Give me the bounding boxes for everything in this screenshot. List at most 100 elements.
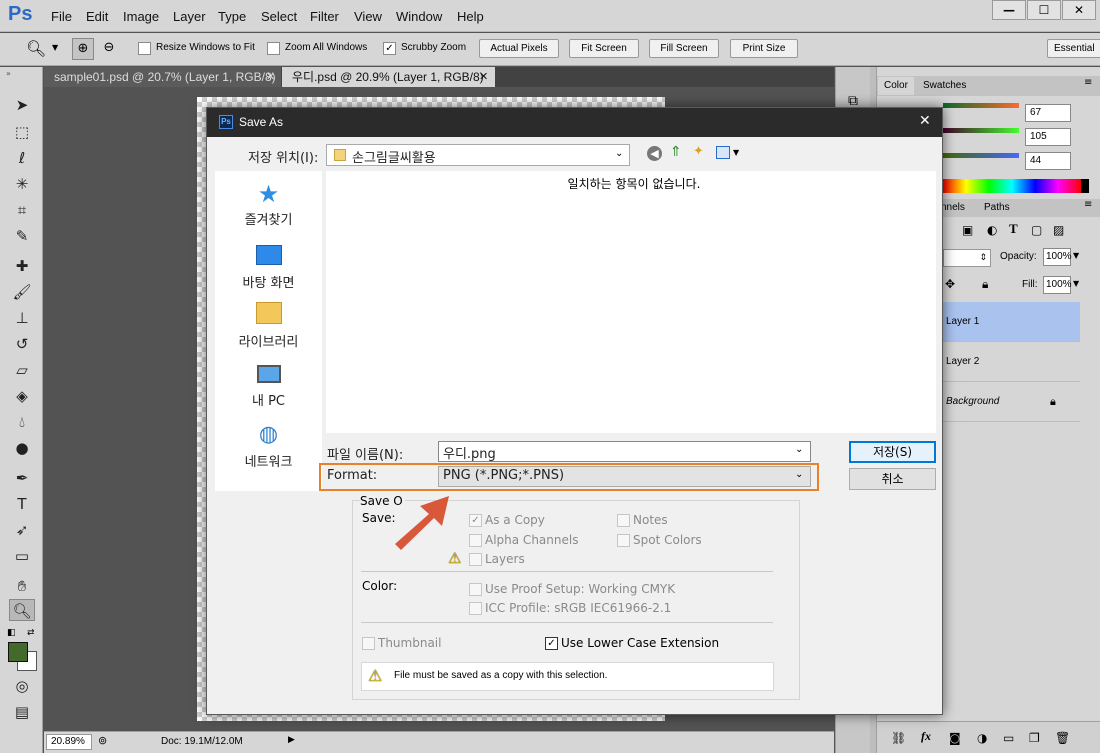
blend-mode-select[interactable]: ⇕ <box>943 249 991 267</box>
menu-image[interactable]: Image <box>123 9 159 24</box>
back-icon[interactable]: ◀ <box>647 146 662 161</box>
lasso-tool-icon[interactable]: ℓ <box>9 147 35 169</box>
brush-tool-icon[interactable]: 🖌︎ <box>9 281 35 303</box>
stamp-tool-icon[interactable]: ⊥ <box>9 307 35 329</box>
panel-menu-icon[interactable]: ≡ <box>1084 77 1092 88</box>
eraser-tool-icon[interactable]: ▱ <box>9 359 35 381</box>
menu-select[interactable]: Select <box>261 9 297 24</box>
thumbnail-checkbox[interactable] <box>362 637 375 650</box>
shape-tool-icon[interactable]: ▭ <box>9 545 35 567</box>
menu-file[interactable]: File <box>51 9 72 24</box>
chevron-down-icon[interactable]: ▼ <box>1073 279 1079 288</box>
red-slider[interactable] <box>943 103 1019 108</box>
tab-sample01[interactable]: sample01.psd @ 20.7% (Layer 1, RGB/8) ✕ <box>44 67 281 87</box>
minimize-button[interactable]: — <box>992 0 1026 20</box>
path-select-icon[interactable]: ➶ <box>9 519 35 541</box>
file-list[interactable]: 일치하는 항목이 없습니다. <box>326 171 936 433</box>
chevron-down-icon[interactable]: ▼ <box>733 148 739 157</box>
green-value[interactable]: 105 <box>1025 128 1071 146</box>
green-slider[interactable] <box>943 128 1019 133</box>
lower-case-checkbox[interactable]: ✓ <box>545 637 558 650</box>
filter-shape-icon[interactable]: ▢ <box>1031 223 1042 237</box>
paint-bucket-icon[interactable]: ◈ <box>9 385 35 407</box>
black-swatch[interactable] <box>1081 179 1089 193</box>
menu-edit[interactable]: Edit <box>86 9 108 24</box>
menu-view[interactable]: View <box>354 9 382 24</box>
filter-adjust-icon[interactable]: ◐ <box>987 223 997 237</box>
menu-help[interactable]: Help <box>457 9 484 24</box>
marquee-tool-icon[interactable]: ⬚ <box>9 121 35 143</box>
tab-swatches[interactable]: Swatches <box>917 77 972 95</box>
cancel-button[interactable]: 취소 <box>849 468 936 490</box>
link-icon[interactable]: ⛓ <box>891 731 906 745</box>
actual-pixels-button[interactable]: Actual Pixels <box>479 39 559 58</box>
default-colors-icon[interactable]: ◧ <box>7 628 16 638</box>
zoom-level-field[interactable]: 20.89% <box>46 734 92 750</box>
spot-colors-checkbox[interactable] <box>617 534 630 547</box>
tab-woody[interactable]: 우디.psd @ 20.9% (Layer 1, RGB/8) ✕ <box>282 67 495 87</box>
lock-position-icon[interactable]: ✥ <box>945 277 955 291</box>
place-favorites[interactable]: ★ 즐겨찾기 <box>215 179 322 234</box>
lock-icon[interactable]: 🔒︎ <box>982 277 988 292</box>
layer-row[interactable]: Layer 2 <box>940 342 1080 382</box>
location-select[interactable]: 손그림글씨활용 ⌄ <box>326 144 630 166</box>
layer-row[interactable]: Layer 1 <box>940 302 1080 342</box>
maximize-button[interactable]: ☐ <box>1027 0 1061 20</box>
menu-type[interactable]: Type <box>218 9 246 24</box>
proof-setup-checkbox[interactable] <box>469 583 482 596</box>
close-icon[interactable]: ✕ <box>479 67 488 87</box>
save-button[interactable]: 저장(S) <box>849 441 936 463</box>
close-icon[interactable]: ✕ <box>266 67 275 87</box>
move-tool-icon[interactable]: ➤ <box>9 94 35 116</box>
zoom-out-icon[interactable]: ⊖ <box>98 38 120 60</box>
zoom-all-checkbox[interactable] <box>267 42 280 55</box>
workspace-button[interactable]: Essential <box>1047 39 1100 58</box>
filter-image-icon[interactable]: ▣ <box>962 223 973 237</box>
blur-tool-icon[interactable]: 💧︎ <box>9 411 35 433</box>
opacity-value[interactable]: 100% <box>1043 248 1072 266</box>
folder-icon[interactable]: ▭ <box>1003 731 1014 745</box>
quick-mask-icon[interactable]: ◎ <box>9 675 35 697</box>
zoom-tool-selected-icon[interactable]: 🔍︎ <box>9 599 35 621</box>
dodge-tool-icon[interactable]: ● <box>9 437 35 459</box>
pen-tool-icon[interactable]: ✒ <box>9 467 35 489</box>
new-layer-icon[interactable]: ❐ <box>1029 731 1040 745</box>
type-tool-icon[interactable]: T <box>9 493 35 515</box>
panel-menu-icon[interactable]: ≡ <box>1084 199 1092 210</box>
swap-colors-icon[interactable]: ⇄ <box>27 628 35 638</box>
scrubby-zoom-checkbox[interactable]: ✓ <box>383 42 396 55</box>
fill-value[interactable]: 100% <box>1043 276 1072 294</box>
fit-screen-button[interactable]: Fit Screen <box>569 39 639 58</box>
foreground-color-swatch[interactable] <box>8 642 28 662</box>
trash-icon[interactable]: 🗑︎ <box>1055 731 1070 745</box>
menu-window[interactable]: Window <box>396 9 442 24</box>
tab-paths[interactable]: Paths <box>978 199 1016 217</box>
fx-icon[interactable]: fx <box>921 729 931 744</box>
screen-mode-icon[interactable]: ▤ <box>9 701 35 723</box>
hand-tool-icon[interactable]: ✋︎ <box>9 575 35 597</box>
close-icon[interactable]: ✕ <box>919 113 931 129</box>
new-folder-icon[interactable]: ✦ <box>693 144 704 159</box>
fill-screen-button[interactable]: Fill Screen <box>649 39 719 58</box>
filter-smart-icon[interactable]: ▨ <box>1053 223 1064 237</box>
collapse-icon[interactable]: » <box>6 69 11 78</box>
magic-wand-icon[interactable]: ✳ <box>9 173 35 195</box>
place-desktop[interactable]: 바탕 화면 <box>215 240 322 295</box>
blue-slider[interactable] <box>943 153 1019 158</box>
mask-icon[interactable]: ◙ <box>949 731 961 745</box>
resize-windows-checkbox[interactable] <box>138 42 151 55</box>
alpha-channels-checkbox[interactable] <box>469 534 482 547</box>
place-this-pc[interactable]: 내 PC <box>215 361 322 416</box>
up-folder-icon[interactable]: ⇑ <box>670 144 682 160</box>
format-select[interactable]: PNG (*.PNG;*.PNS) ⌄ <box>438 466 811 487</box>
history-brush-icon[interactable]: ↺ <box>9 333 35 355</box>
eyedropper-icon[interactable]: ✎ <box>9 225 35 247</box>
place-network[interactable]: ◍ 네트워크 <box>215 421 322 476</box>
view-menu-icon[interactable] <box>716 146 730 159</box>
color-ramp[interactable] <box>943 179 1081 193</box>
adjustment-icon[interactable]: ◑ <box>977 731 987 745</box>
healing-brush-icon[interactable]: ✚ <box>9 255 35 277</box>
status-icon[interactable]: ⊚ <box>98 734 107 747</box>
notes-checkbox[interactable] <box>617 514 630 527</box>
filename-input[interactable]: 우디.png ⌄ <box>438 441 811 462</box>
